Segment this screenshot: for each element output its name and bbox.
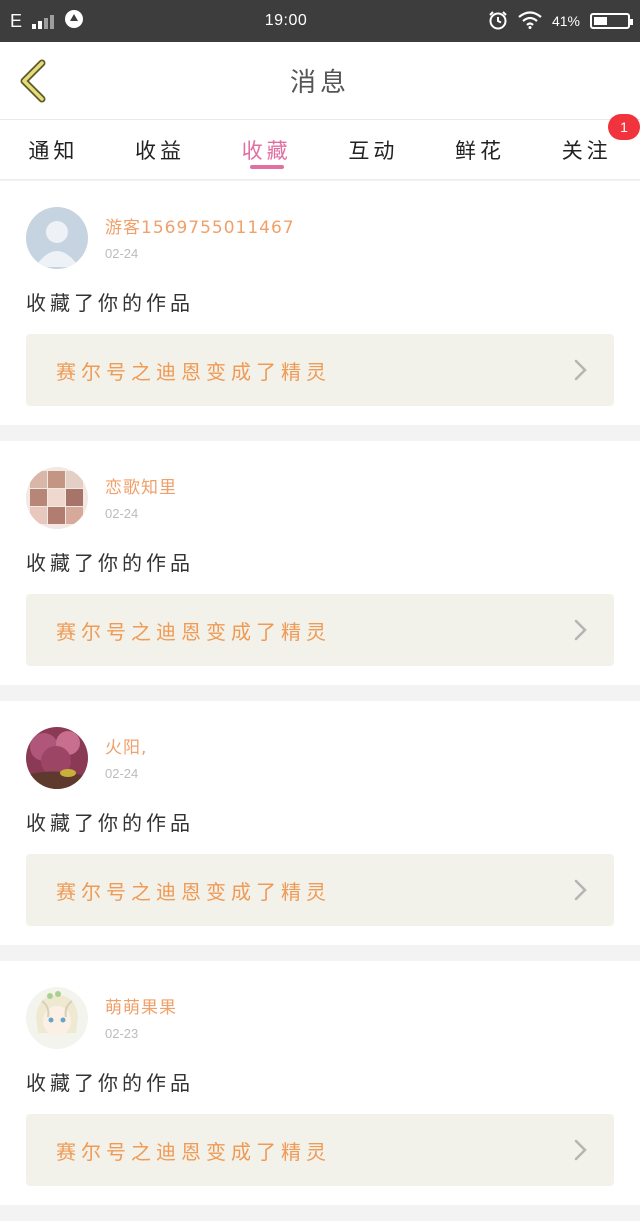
tab-label: 关注 xyxy=(561,138,612,163)
work-link[interactable]: 赛尔号之迪恩变成了精灵 xyxy=(26,1114,614,1186)
action-text: 收藏了你的作品 xyxy=(26,551,194,575)
status-right: 41% xyxy=(488,10,633,33)
tab-interactions[interactable]: 互动 xyxy=(320,120,427,179)
tab-label: 收益 xyxy=(135,138,185,163)
top-header: 消息 xyxy=(0,42,640,120)
default-user-avatar-icon xyxy=(26,207,88,269)
battery-icon xyxy=(590,13,633,29)
status-left: E xyxy=(10,9,84,34)
anime-character-avatar-icon xyxy=(26,987,88,1049)
avatar[interactable] xyxy=(26,727,88,789)
chevron-right-icon xyxy=(574,619,587,641)
user-meta: 恋歌知里 02-24 xyxy=(105,467,177,521)
unread-badge: 1 xyxy=(608,114,640,140)
message-date: 02-23 xyxy=(105,1026,139,1041)
tab-earnings[interactable]: 收益 xyxy=(107,120,214,179)
user-meta: 萌萌果果 02-23 xyxy=(105,987,177,1041)
tab-favorites[interactable]: 收藏 xyxy=(213,120,320,179)
tab-label: 通知 xyxy=(28,138,79,163)
battery-fill xyxy=(594,17,607,25)
message-date: 02-24 xyxy=(105,506,139,521)
username[interactable]: 游客1569755011467 xyxy=(105,213,295,238)
flower-photo-avatar-icon xyxy=(26,727,88,789)
work-link[interactable]: 赛尔号之迪恩变成了精灵 xyxy=(26,594,614,666)
message-card: 萌萌果果 02-23 收藏了你的作品 赛尔号之迪恩变成了精灵 xyxy=(0,961,640,1205)
tab-following[interactable]: 关注 1 xyxy=(533,114,640,179)
wifi-icon xyxy=(518,10,542,32)
work-title: 赛尔号之迪恩变成了精灵 xyxy=(56,619,331,644)
action-text: 收藏了你的作品 xyxy=(26,1071,194,1095)
clock: 19:00 xyxy=(264,12,308,29)
back-button[interactable] xyxy=(16,58,50,104)
avatar[interactable] xyxy=(26,987,88,1049)
avatar[interactable] xyxy=(26,207,88,269)
work-title: 赛尔号之迪恩变成了精灵 xyxy=(56,879,331,904)
chevron-right-icon xyxy=(574,879,587,901)
work-link[interactable]: 赛尔号之迪恩变成了精灵 xyxy=(26,334,614,406)
avatar[interactable] xyxy=(26,467,88,529)
username[interactable]: 恋歌知里 xyxy=(105,473,177,498)
anime-collage-avatar-icon xyxy=(26,467,88,529)
chevron-right-icon xyxy=(574,359,587,381)
page-title: 消息 xyxy=(289,68,350,98)
work-title: 赛尔号之迪恩变成了精灵 xyxy=(56,1139,331,1164)
message-date: 02-24 xyxy=(105,246,139,261)
user-meta: 火阳, 02-24 xyxy=(105,727,147,781)
user-row: 游客1569755011467 02-24 xyxy=(26,207,614,269)
tab-notifications[interactable]: 通知 xyxy=(0,120,107,179)
message-feed: 游客1569755011467 02-24 收藏了你的作品 赛尔号之迪恩变成了精… xyxy=(0,181,640,1221)
action-text: 收藏了你的作品 xyxy=(26,811,194,835)
work-link[interactable]: 赛尔号之迪恩变成了精灵 xyxy=(26,854,614,926)
status-bar: E 19:00 41% xyxy=(0,0,640,42)
network-type: E xyxy=(10,10,23,31)
message-date: 02-24 xyxy=(105,766,139,781)
battery-percent: 41% xyxy=(551,13,580,29)
user-row: 恋歌知里 02-24 xyxy=(26,467,614,529)
username[interactable]: 火阳, xyxy=(105,733,147,758)
app-notification-icon xyxy=(64,9,84,34)
message-card: 火阳, 02-24 收藏了你的作品 赛尔号之迪恩变成了精灵 xyxy=(0,701,640,945)
back-arrow-icon xyxy=(20,59,46,103)
tab-flowers[interactable]: 鲜花 xyxy=(427,120,534,179)
action-text: 收藏了你的作品 xyxy=(26,291,194,315)
signal-icon xyxy=(32,13,55,29)
message-card: 恋歌知里 02-24 收藏了你的作品 赛尔号之迪恩变成了精灵 xyxy=(0,441,640,685)
alarm-icon xyxy=(488,10,508,33)
tab-label: 互动 xyxy=(348,138,399,163)
chevron-right-icon xyxy=(574,1139,587,1161)
tab-label: 鲜花 xyxy=(455,138,506,163)
work-title: 赛尔号之迪恩变成了精灵 xyxy=(56,359,331,384)
user-meta: 游客1569755011467 02-24 xyxy=(105,207,295,261)
user-row: 火阳, 02-24 xyxy=(26,727,614,789)
tab-bar: 通知 收益 收藏 互动 鲜花 关注 1 xyxy=(0,114,640,180)
message-card: 游客1569755011467 02-24 收藏了你的作品 赛尔号之迪恩变成了精… xyxy=(0,181,640,425)
tab-label: 收藏 xyxy=(241,138,292,163)
user-row: 萌萌果果 02-23 xyxy=(26,987,614,1049)
username[interactable]: 萌萌果果 xyxy=(105,993,177,1018)
